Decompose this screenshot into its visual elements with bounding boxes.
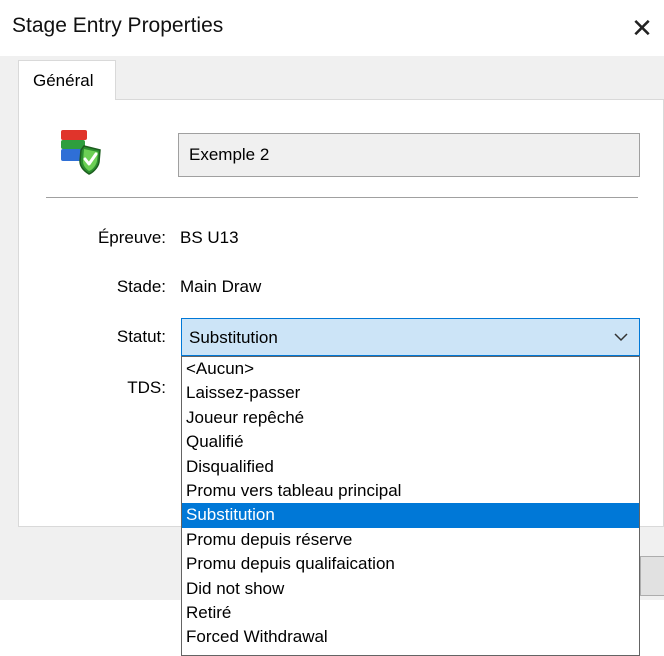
chevron-down-icon[interactable] bbox=[611, 327, 631, 347]
entry-name-field: Exemple 2 bbox=[178, 133, 640, 177]
title-bar: Stage Entry Properties ✕ bbox=[0, 0, 664, 56]
dropdown-option[interactable]: Qualifié bbox=[182, 430, 639, 454]
dropdown-option[interactable]: Retiré bbox=[182, 601, 639, 625]
dropdown-option[interactable]: Joueur repêché bbox=[182, 406, 639, 430]
statut-selected-value: Substitution bbox=[189, 328, 278, 347]
dropdown-option[interactable]: <Aucun> bbox=[182, 357, 639, 381]
dropdown-option[interactable]: Promu depuis qualifaication bbox=[182, 552, 639, 576]
close-icon[interactable]: ✕ bbox=[622, 8, 662, 48]
dropdown-option[interactable]: Substitution bbox=[182, 503, 639, 528]
dropdown-option[interactable]: Laissez-passer bbox=[182, 381, 639, 405]
tab-general[interactable]: Général bbox=[18, 60, 116, 100]
stade-label: Stade: bbox=[116, 277, 166, 296]
dropdown-option[interactable]: Promu vers tableau principal bbox=[182, 479, 639, 503]
tds-label: TDS: bbox=[127, 378, 166, 397]
epreuve-value: BS U13 bbox=[180, 228, 239, 247]
dropdown-option[interactable]: Forced Withdrawal bbox=[182, 625, 639, 649]
dropdown-option[interactable]: Disqualified bbox=[182, 455, 639, 479]
statut-select[interactable]: Substitution bbox=[181, 318, 640, 356]
statut-label: Statut: bbox=[116, 327, 166, 346]
dialog-title: Stage Entry Properties bbox=[12, 14, 224, 37]
divider bbox=[46, 197, 638, 201]
epreuve-label: Épreuve: bbox=[97, 228, 166, 247]
statut-dropdown-list: <Aucun> Laissez-passer Joueur repêché Quali… bbox=[181, 356, 640, 656]
dropdown-option[interactable]: Did not show bbox=[182, 577, 639, 601]
stade-value: Main Draw bbox=[180, 277, 262, 296]
dialog-button[interactable] bbox=[640, 556, 664, 596]
shield-check-icon bbox=[61, 130, 101, 175]
tab-general-label: Général bbox=[33, 71, 94, 90]
dropdown-option[interactable]: Promu depuis réserve bbox=[182, 528, 639, 552]
